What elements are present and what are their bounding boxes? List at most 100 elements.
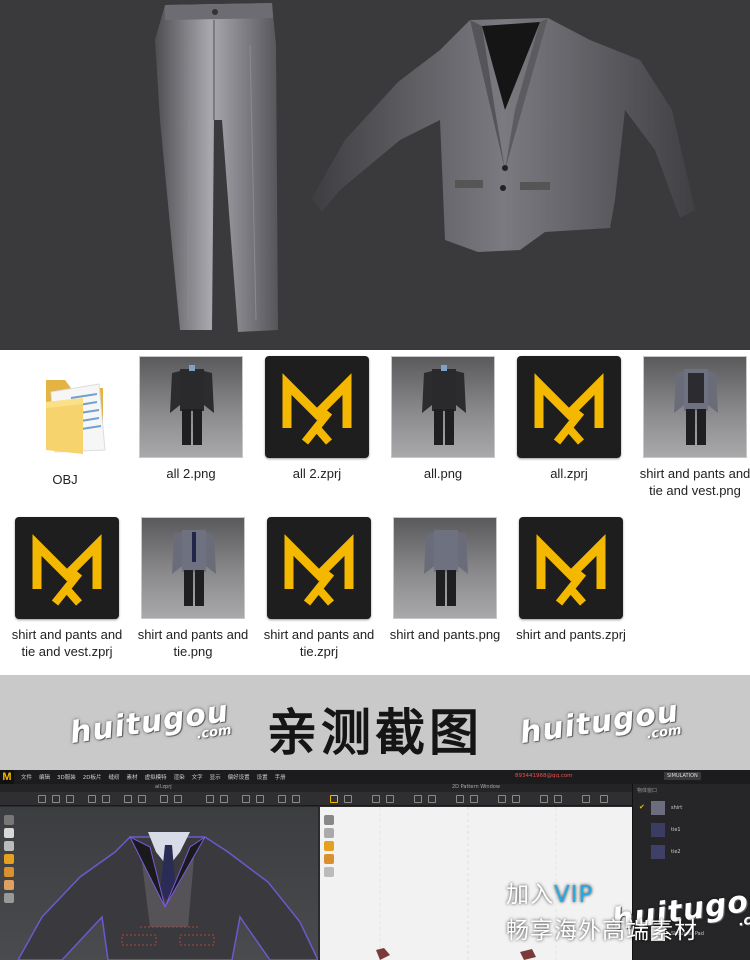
file-name: shirt and pants and tie.zprj xyxy=(263,627,375,659)
puckering-tool-icon[interactable] xyxy=(256,795,264,803)
internal-line-icon[interactable] xyxy=(414,795,422,803)
file-item-zprj[interactable]: all.zprj xyxy=(506,356,632,482)
file-name: OBJ xyxy=(52,472,78,487)
marvelous-designer-icon xyxy=(265,356,369,458)
pin-tool-icon[interactable] xyxy=(88,795,96,803)
menu-file[interactable]: 文件 xyxy=(21,773,32,781)
menu-text[interactable]: 文字 xyxy=(192,773,203,781)
user-email: 893441968@qq.com xyxy=(515,773,573,779)
fabric-list-item[interactable]: tie2 xyxy=(637,841,750,863)
trace-icon[interactable] xyxy=(540,795,548,803)
brush-tool-icon[interactable] xyxy=(124,795,132,803)
menu-settings[interactable]: 设置 xyxy=(257,773,268,781)
file-item-png[interactable]: shirt and pants and tie.png xyxy=(130,517,256,660)
texture-2d-icon[interactable] xyxy=(582,795,590,803)
promo-join: 加入 xyxy=(506,882,554,908)
graphic-tool-icon[interactable] xyxy=(174,795,182,803)
folder-icon xyxy=(13,362,117,464)
avatar-tool-icon[interactable] xyxy=(292,795,300,803)
file-name: shirt and pants and tie and vest.png xyxy=(639,466,750,498)
image-thumbnail xyxy=(391,356,495,458)
grain-icon[interactable] xyxy=(498,795,506,803)
free-sewing-icon[interactable] xyxy=(470,795,478,803)
tack-tool-icon[interactable] xyxy=(102,795,110,803)
file-item-zprj[interactable]: shirt and pants and tie and vest.zprj xyxy=(4,517,130,660)
segment-sewing-icon[interactable] xyxy=(456,795,464,803)
3d-garment-viewport[interactable] xyxy=(0,807,318,960)
fabric-list-item[interactable]: ✔ shirt xyxy=(637,797,750,819)
file-item-png[interactable]: shirt and pants.png xyxy=(382,517,508,643)
promo-vip: VIP xyxy=(554,882,594,908)
menu-render[interactable]: 渲染 xyxy=(174,773,185,781)
menu-avatar[interactable]: 虚拟模特 xyxy=(145,773,167,781)
file-browser: OBJ all 2.png all 2.zprj all.png all.zpr… xyxy=(0,350,750,675)
circle-icon[interactable] xyxy=(386,795,394,803)
marvelous-designer-icon xyxy=(267,517,371,619)
promo-text: 加入VIP 畅享海外高端素材 xyxy=(506,875,698,945)
menu-materials[interactable]: 素材 xyxy=(127,773,138,781)
fabric-label: tie1 xyxy=(671,827,681,833)
file-name: all 2.zprj xyxy=(292,466,342,481)
menu-3d-garment[interactable]: 3D服装 xyxy=(57,773,76,781)
marvelous-designer-icon xyxy=(517,356,621,458)
fabric-swatch xyxy=(651,845,665,859)
file-name: shirt and pants.zprj xyxy=(516,627,626,642)
dart-icon[interactable] xyxy=(428,795,436,803)
menu-manual[interactable]: 手册 xyxy=(275,773,286,781)
menu-display[interactable]: 显示 xyxy=(210,773,221,781)
fabric-list-item[interactable]: tie1 xyxy=(637,819,750,841)
zipper-tool-icon[interactable] xyxy=(220,795,228,803)
pattern-select-icon[interactable] xyxy=(330,795,338,803)
settings-2d-icon[interactable] xyxy=(600,795,608,803)
banner: huitugou .com 亲测截图 huitugou .com xyxy=(0,675,750,770)
image-thumbnail xyxy=(139,356,243,458)
fabric-label: tie2 xyxy=(671,849,681,855)
button-tool-icon[interactable] xyxy=(206,795,214,803)
garment-render-image xyxy=(155,3,695,332)
file-name: shirt and pants and tie and vest.zprj xyxy=(11,627,123,659)
select-tool-icon[interactable] xyxy=(38,795,46,803)
image-thumbnail xyxy=(393,517,497,619)
menu-bar: M 文件 编辑 3D服装 2D板片 缝纫 素材 虚拟模特 渲染 文字 显示 偏好… xyxy=(0,770,750,784)
file-item-zprj[interactable]: shirt and pants.zprj xyxy=(508,517,634,643)
pattern-edit-icon[interactable] xyxy=(344,795,352,803)
hero-render xyxy=(0,0,750,350)
simulation-button[interactable]: SIMULATION xyxy=(664,772,701,780)
menu-preferences[interactable]: 偏好设置 xyxy=(228,773,250,781)
file-name: shirt and pants.png xyxy=(389,627,501,642)
measure-tool-icon[interactable] xyxy=(138,795,146,803)
file-name: all 2.png xyxy=(166,466,216,481)
tab-3d-window[interactable]: all.zprj xyxy=(155,784,172,790)
tab-2d-pattern-window[interactable]: 2D Pattern Window xyxy=(452,784,500,790)
file-name: all.png xyxy=(423,466,463,481)
file-item-zprj[interactable]: shirt and pants and tie.zprj xyxy=(256,517,382,660)
menu-sewing[interactable]: 缝纫 xyxy=(109,773,120,781)
rectangle-icon[interactable] xyxy=(372,795,380,803)
file-item-obj-folder[interactable]: OBJ xyxy=(2,362,128,488)
move-tool-icon[interactable] xyxy=(52,795,60,803)
fold-arrange-icon[interactable] xyxy=(512,795,520,803)
toolbar xyxy=(0,792,632,806)
file-item-png[interactable]: shirt and pants and tie and vest.png xyxy=(632,356,750,499)
file-item-png[interactable]: all 2.png xyxy=(128,356,254,482)
fabric-swatch xyxy=(651,823,665,837)
tape-tool-icon[interactable] xyxy=(278,795,286,803)
image-thumbnail xyxy=(643,356,747,458)
fold-tool-icon[interactable] xyxy=(66,795,74,803)
topstitch-tool-icon[interactable] xyxy=(242,795,250,803)
menu-2d-pattern[interactable]: 2D板片 xyxy=(83,773,102,781)
layer-icon[interactable] xyxy=(554,795,562,803)
fabric-swatch xyxy=(651,801,665,815)
file-item-png[interactable]: all.png xyxy=(380,356,506,482)
texture-tool-icon[interactable] xyxy=(160,795,168,803)
marvelous-designer-icon xyxy=(15,517,119,619)
window-tabs: all.zprj 2D Pattern Window xyxy=(0,784,632,792)
file-name: shirt and pants and tie.png xyxy=(137,627,249,659)
pants-render xyxy=(155,3,278,332)
promo-line2: 畅享海外高端素材 xyxy=(506,918,698,944)
file-name: all.zprj xyxy=(550,466,588,481)
fabric-label: shirt xyxy=(671,805,683,811)
file-item-zprj[interactable]: all 2.zprj xyxy=(254,356,380,482)
menu-edit[interactable]: 编辑 xyxy=(39,773,50,781)
panel-title: 物体窗口 xyxy=(637,788,658,794)
